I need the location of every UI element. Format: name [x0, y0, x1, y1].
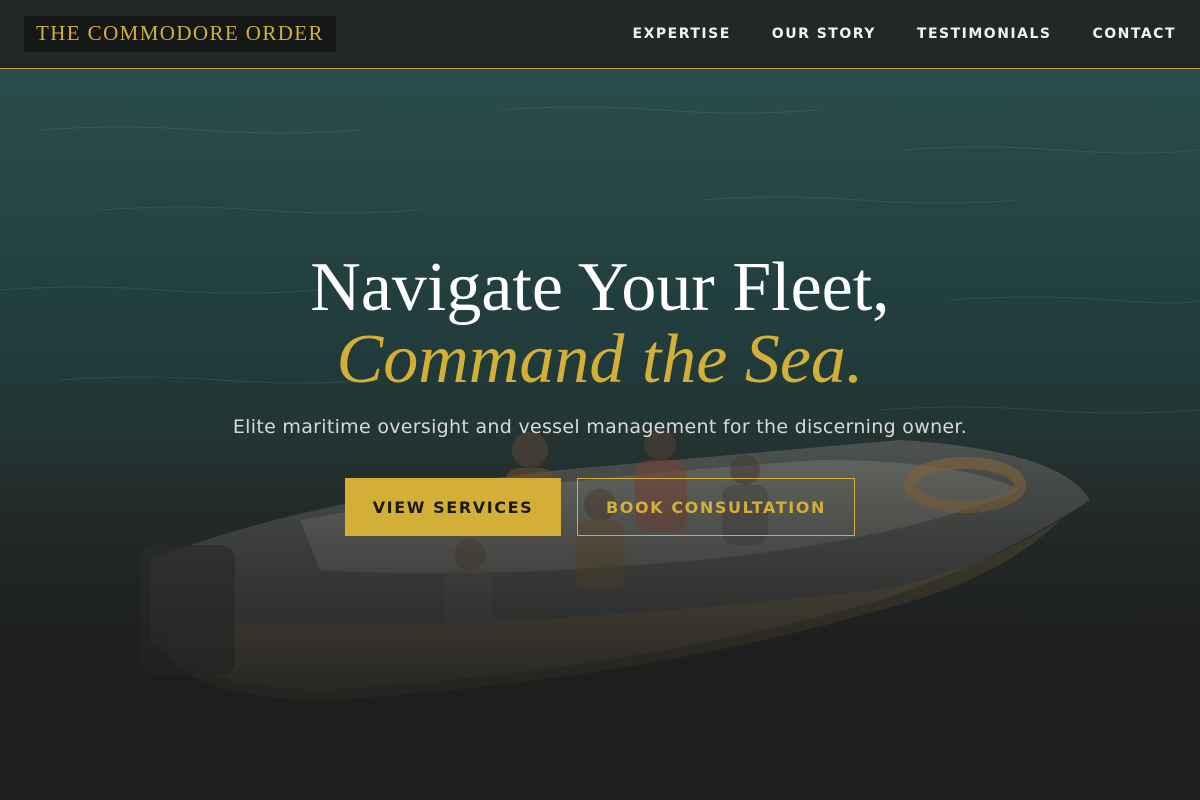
- headline-line-1: Navigate Your Fleet,: [310, 249, 890, 326]
- site-header: THE COMMODORE ORDER EXPERTISE OUR STORY …: [0, 0, 1200, 69]
- landing-page: THE COMMODORE ORDER EXPERTISE OUR STORY …: [0, 0, 1200, 800]
- hero-subtitle: Elite maritime oversight and vessel mana…: [232, 416, 968, 438]
- view-services-button[interactable]: VIEW SERVICES: [345, 478, 561, 536]
- book-consultation-button[interactable]: BOOK CONSULTATION: [577, 478, 855, 536]
- nav-link-contact[interactable]: CONTACT: [1092, 26, 1176, 42]
- headline-line-2: Command the Sea.: [336, 321, 864, 398]
- hero-headline: Navigate Your Fleet, Command the Sea.: [0, 252, 1200, 396]
- nav-link-testimonials[interactable]: TESTIMONIALS: [917, 26, 1052, 42]
- cta-button-group: VIEW SERVICES BOOK CONSULTATION: [0, 478, 1200, 536]
- hero-section: Navigate Your Fleet, Command the Sea. El…: [0, 252, 1200, 536]
- logo[interactable]: THE COMMODORE ORDER: [24, 16, 336, 52]
- nav-link-our-story[interactable]: OUR STORY: [772, 26, 876, 42]
- nav-link-expertise[interactable]: EXPERTISE: [633, 26, 731, 42]
- main-navigation: EXPERTISE OUR STORY TESTIMONIALS CONTACT: [633, 26, 1176, 42]
